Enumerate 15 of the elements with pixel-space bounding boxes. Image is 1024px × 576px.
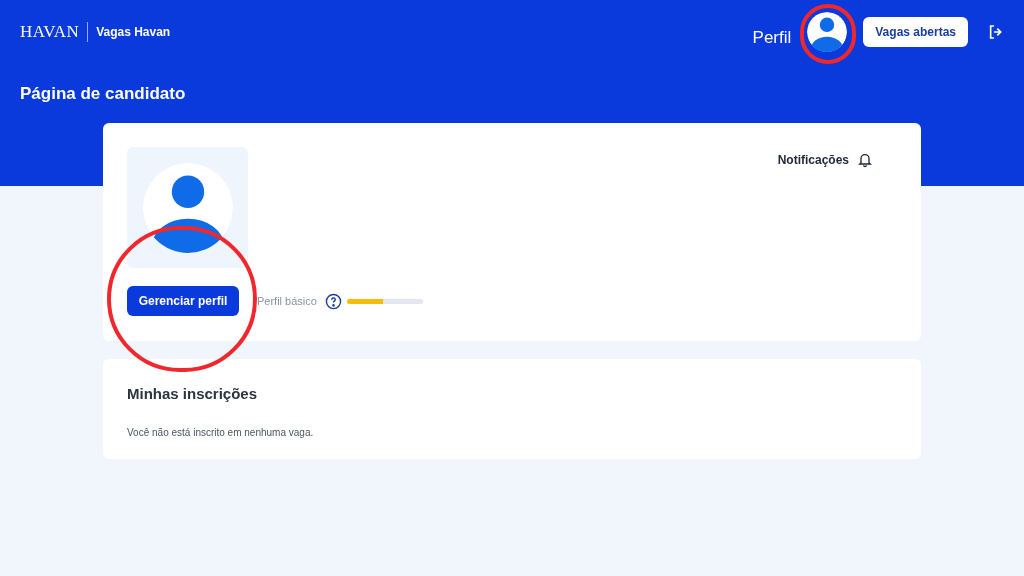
open-jobs-button[interactable]: Vagas abertas (863, 17, 968, 47)
page-title: Página de candidato (20, 83, 187, 105)
notifications-label: Notificações (777, 152, 849, 169)
manage-profile-button[interactable]: Gerenciar perfil (127, 286, 239, 316)
section-title: Minhas inscrições (127, 384, 259, 404)
avatar-icon (142, 162, 233, 253)
bell-icon[interactable] (857, 152, 873, 168)
brand-logo: HAVAN (20, 21, 80, 44)
profile-level-label: Perfil básico (257, 293, 317, 309)
help-icon[interactable] (324, 292, 342, 310)
empty-message: Você não está inscrito em nenhuma vaga. (127, 425, 315, 440)
avatar-icon (807, 12, 848, 52)
profile-label: Perfil (752, 27, 792, 50)
site-name: Vagas Havan (96, 24, 171, 41)
logout-icon[interactable] (988, 24, 1004, 40)
